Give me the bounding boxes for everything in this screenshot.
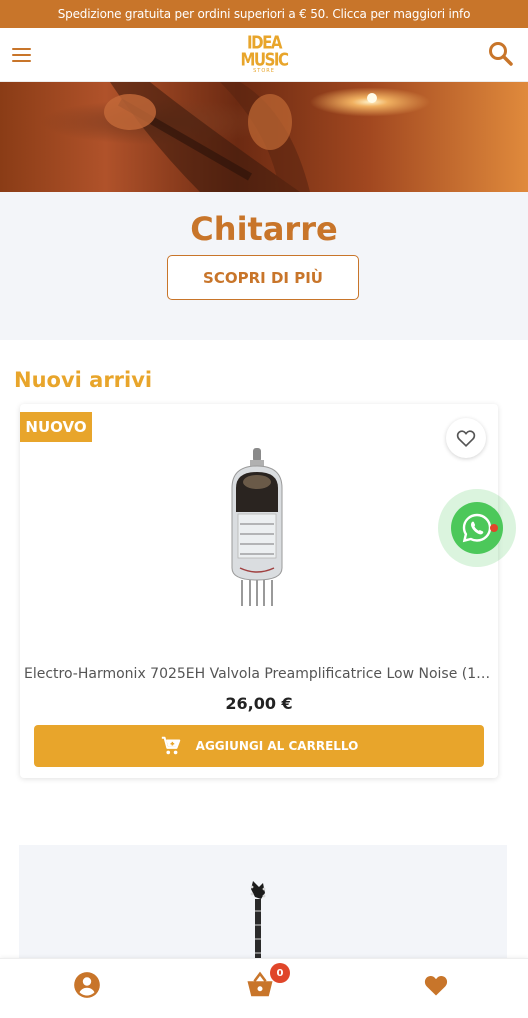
product-price: 26,00 € bbox=[225, 694, 293, 713]
shipping-banner-text[interactable]: Spedizione gratuita per ordini superiori… bbox=[58, 7, 471, 21]
shipping-banner[interactable]: Spedizione gratuita per ordini superiori… bbox=[0, 0, 528, 28]
store-logo[interactable]: IDEA MUSIC STORE bbox=[240, 31, 290, 78]
discover-more-button[interactable]: SCOPRI DI PIÙ bbox=[167, 255, 359, 300]
heart-outline-icon[interactable] bbox=[446, 418, 486, 458]
hero-banner-image[interactable] bbox=[0, 82, 528, 192]
cart-icon bbox=[161, 736, 180, 755]
hamburger-icon[interactable] bbox=[12, 44, 34, 66]
new-badge: NUOVO bbox=[20, 412, 92, 442]
search-icon[interactable] bbox=[486, 39, 516, 69]
heart-icon[interactable] bbox=[418, 967, 454, 1003]
category-title: Chitarre bbox=[190, 210, 338, 248]
account-circle-icon[interactable] bbox=[69, 967, 105, 1003]
product-image[interactable] bbox=[220, 448, 294, 608]
bottom-navigation bbox=[0, 958, 528, 1018]
page: Spedizione gratuita per ordini superiori… bbox=[0, 0, 528, 1018]
category-section: Chitarre SCOPRI DI PIÙ bbox=[0, 192, 528, 340]
new-arrivals-title: Nuovi arrivi bbox=[14, 368, 153, 392]
add-to-cart-button[interactable]: AGGIUNGI AL CARRELLO bbox=[34, 725, 484, 767]
product-card[interactable]: NUOVO Electro-Harmonix 7025EH Valvola Pr… bbox=[20, 404, 498, 778]
cart-count-badge: 0 bbox=[270, 963, 290, 983]
add-to-cart-label: AGGIUNGI AL CARRELLO bbox=[195, 739, 359, 753]
whatsapp-notification-dot bbox=[490, 524, 498, 532]
site-header: IDEA MUSIC STORE bbox=[0, 28, 528, 82]
product-name[interactable]: Electro-Harmonix 7025EH Valvola Preampli… bbox=[20, 666, 498, 682]
logo-wordmark: IDEA MUSIC bbox=[240, 31, 290, 70]
